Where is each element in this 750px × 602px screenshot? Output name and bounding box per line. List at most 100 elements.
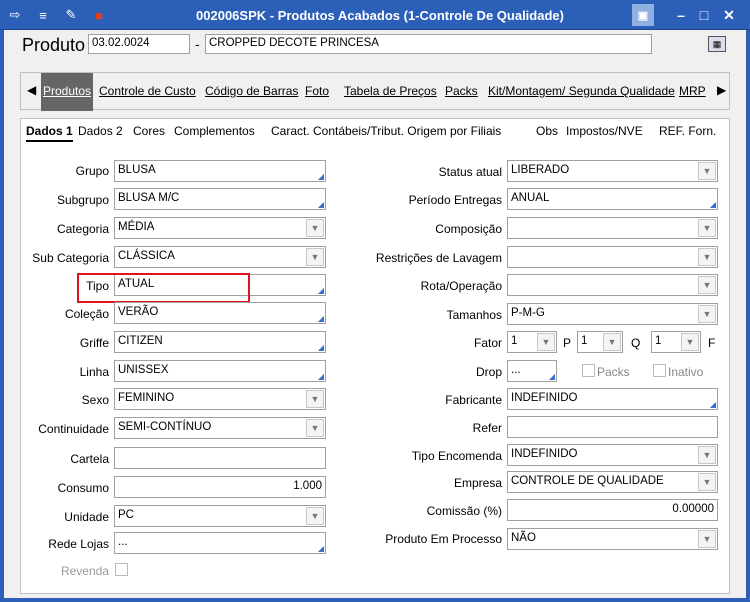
subcategoria-select[interactable]: CLÁSSICA ▼ (114, 246, 326, 268)
tab-produtos[interactable]: Produtos (41, 73, 94, 111)
sexo-select[interactable]: FEMININO ▼ (114, 388, 326, 410)
p-select[interactable]: 1 ▼ (577, 331, 623, 353)
chevron-down-icon[interactable]: ▼ (698, 248, 716, 266)
drop-field[interactable]: ... ◢ (507, 360, 557, 382)
tab-foto[interactable]: Foto (305, 84, 329, 98)
subtab-caract-contabeis[interactable]: Caract. Contábeis/Tribut. Origem por Fil… (271, 124, 501, 138)
maximize-button[interactable]: □ (693, 4, 715, 26)
processo-select[interactable]: NÃO ▼ (507, 528, 718, 550)
chevron-down-icon[interactable]: ▼ (603, 333, 621, 351)
tab-packs[interactable]: Packs (445, 84, 478, 98)
close-button[interactable]: ✕ (718, 4, 740, 26)
layers-icon[interactable]: ≡ (34, 6, 52, 24)
tab-mrp[interactable]: MRP (679, 84, 706, 98)
tab-scroll-right-icon[interactable]: ▶ (717, 83, 726, 97)
search-icon[interactable]: ◢ (318, 314, 324, 323)
product-description-input[interactable]: CROPPED DECOTE PRINCESA (205, 34, 652, 54)
search-icon[interactable]: ◢ (318, 343, 324, 352)
tab-controle-custo[interactable]: Controle de Custo (99, 84, 196, 98)
colecao-label: Coleção (64, 307, 109, 321)
search-icon[interactable]: ◢ (318, 286, 324, 295)
colecao-field[interactable]: VERÃO ◢ (114, 302, 326, 324)
tipoencomenda-label: Tipo Encomenda (411, 449, 502, 463)
refer-input[interactable] (507, 416, 718, 438)
chevron-down-icon[interactable]: ▼ (681, 333, 699, 351)
inativo-checkbox[interactable] (653, 364, 666, 377)
subtab-obs[interactable]: Obs (536, 124, 558, 138)
book-icon[interactable]: ■ (90, 6, 108, 24)
search-icon[interactable]: ◢ (318, 544, 324, 553)
rota-select[interactable]: ▼ (507, 274, 718, 296)
p-value: 1 (581, 335, 588, 347)
griffe-value: CITIZEN (118, 335, 163, 347)
search-icon[interactable]: ◢ (710, 200, 716, 209)
chevron-down-icon[interactable]: ▼ (698, 162, 716, 180)
chevron-down-icon[interactable]: ▼ (698, 276, 716, 294)
chevron-down-icon[interactable]: ▼ (306, 219, 324, 237)
calculator-icon[interactable]: ▦ (708, 36, 726, 52)
composicao-select[interactable]: ▼ (507, 217, 718, 239)
packs-checkbox[interactable] (582, 364, 595, 377)
fator-select[interactable]: 1 ▼ (507, 331, 557, 353)
consumo-input[interactable]: 1.000 (114, 476, 326, 498)
chevron-down-icon[interactable]: ▼ (306, 248, 324, 266)
restricoes-select[interactable]: ▼ (507, 246, 718, 268)
chevron-down-icon[interactable]: ▼ (306, 507, 324, 525)
search-icon[interactable]: ◢ (549, 372, 555, 381)
chevron-down-icon[interactable]: ▼ (306, 390, 324, 408)
image-icon[interactable]: ▣ (632, 4, 654, 26)
empresa-select[interactable]: CONTROLE DE QUALIDADE ▼ (507, 471, 718, 493)
linha-field[interactable]: UNISSEX ◢ (114, 360, 326, 382)
comissao-input[interactable]: 0.00000 (507, 499, 718, 521)
grupo-field[interactable]: BLUSA ◢ (114, 160, 326, 182)
fator-label: Fator (473, 336, 502, 350)
chevron-down-icon[interactable]: ▼ (698, 473, 716, 491)
categoria-select[interactable]: MÉDIA ▼ (114, 217, 326, 239)
unidade-select[interactable]: PC ▼ (114, 505, 326, 527)
subtab-complementos[interactable]: Complementos (174, 124, 255, 138)
search-icon[interactable]: ◢ (710, 400, 716, 409)
subtab-impostos[interactable]: Impostos/NVE (566, 124, 643, 138)
subtab-cores[interactable]: Cores (133, 124, 165, 138)
status-select[interactable]: LIBERADO ▼ (507, 160, 718, 182)
tipoencomenda-select[interactable]: INDEFINIDO ▼ (507, 444, 718, 466)
subcategoria-label: Sub Categoria (32, 251, 109, 265)
tamanhos-select[interactable]: P-M-G ▼ (507, 303, 718, 325)
tab-tabela-precos[interactable]: Tabela de Preços (344, 84, 437, 98)
revenda-checkbox[interactable] (115, 563, 128, 576)
q-select[interactable]: 1 ▼ (651, 331, 701, 353)
f-label: F (708, 336, 716, 350)
subtab-dados2[interactable]: Dados 2 (78, 124, 123, 138)
tab-codigo-barras[interactable]: Código de Barras (205, 84, 298, 98)
fabricante-field[interactable]: INDEFINIDO ◢ (507, 388, 718, 410)
tab-scroll-left-icon[interactable]: ◀ (27, 83, 36, 97)
inativo-label: Inativo (668, 365, 704, 379)
search-icon[interactable]: ◢ (318, 200, 324, 209)
tamanhos-value: P-M-G (511, 307, 545, 319)
tools-icon[interactable]: ✎ (62, 6, 80, 24)
chevron-down-icon[interactable]: ▼ (698, 305, 716, 323)
chevron-down-icon[interactable]: ▼ (698, 530, 716, 548)
tab-kit-montagem[interactable]: Kit/Montagem/ Segunda Qualidade (488, 84, 675, 98)
redelojas-field[interactable]: ... ◢ (114, 532, 326, 554)
periodo-field[interactable]: ANUAL ◢ (507, 188, 718, 210)
chevron-down-icon[interactable]: ▼ (698, 219, 716, 237)
packs-label: Packs (597, 365, 630, 379)
minimize-button[interactable]: – (670, 4, 692, 26)
cartela-input[interactable] (114, 447, 326, 469)
subtab-ref-forn[interactable]: REF. Forn. (659, 124, 716, 138)
linha-value: UNISSEX (118, 364, 169, 376)
subtab-dados1[interactable]: Dados 1 (26, 124, 73, 142)
product-code-input[interactable]: 03.02.0024 (88, 34, 190, 54)
sexo-label: Sexo (81, 393, 109, 407)
chevron-down-icon[interactable]: ▼ (537, 333, 555, 351)
subgrupo-field[interactable]: BLUSA M/C ◢ (114, 188, 326, 210)
search-icon[interactable]: ◢ (318, 372, 324, 381)
sexo-value: FEMININO (118, 392, 175, 404)
search-icon[interactable]: ◢ (318, 172, 324, 181)
continuidade-select[interactable]: SEMI-CONTÍNUO ▼ (114, 417, 326, 439)
griffe-field[interactable]: CITIZEN ◢ (114, 331, 326, 353)
menu-icon[interactable]: ⇨ (6, 6, 24, 24)
chevron-down-icon[interactable]: ▼ (306, 419, 324, 437)
chevron-down-icon[interactable]: ▼ (698, 446, 716, 464)
